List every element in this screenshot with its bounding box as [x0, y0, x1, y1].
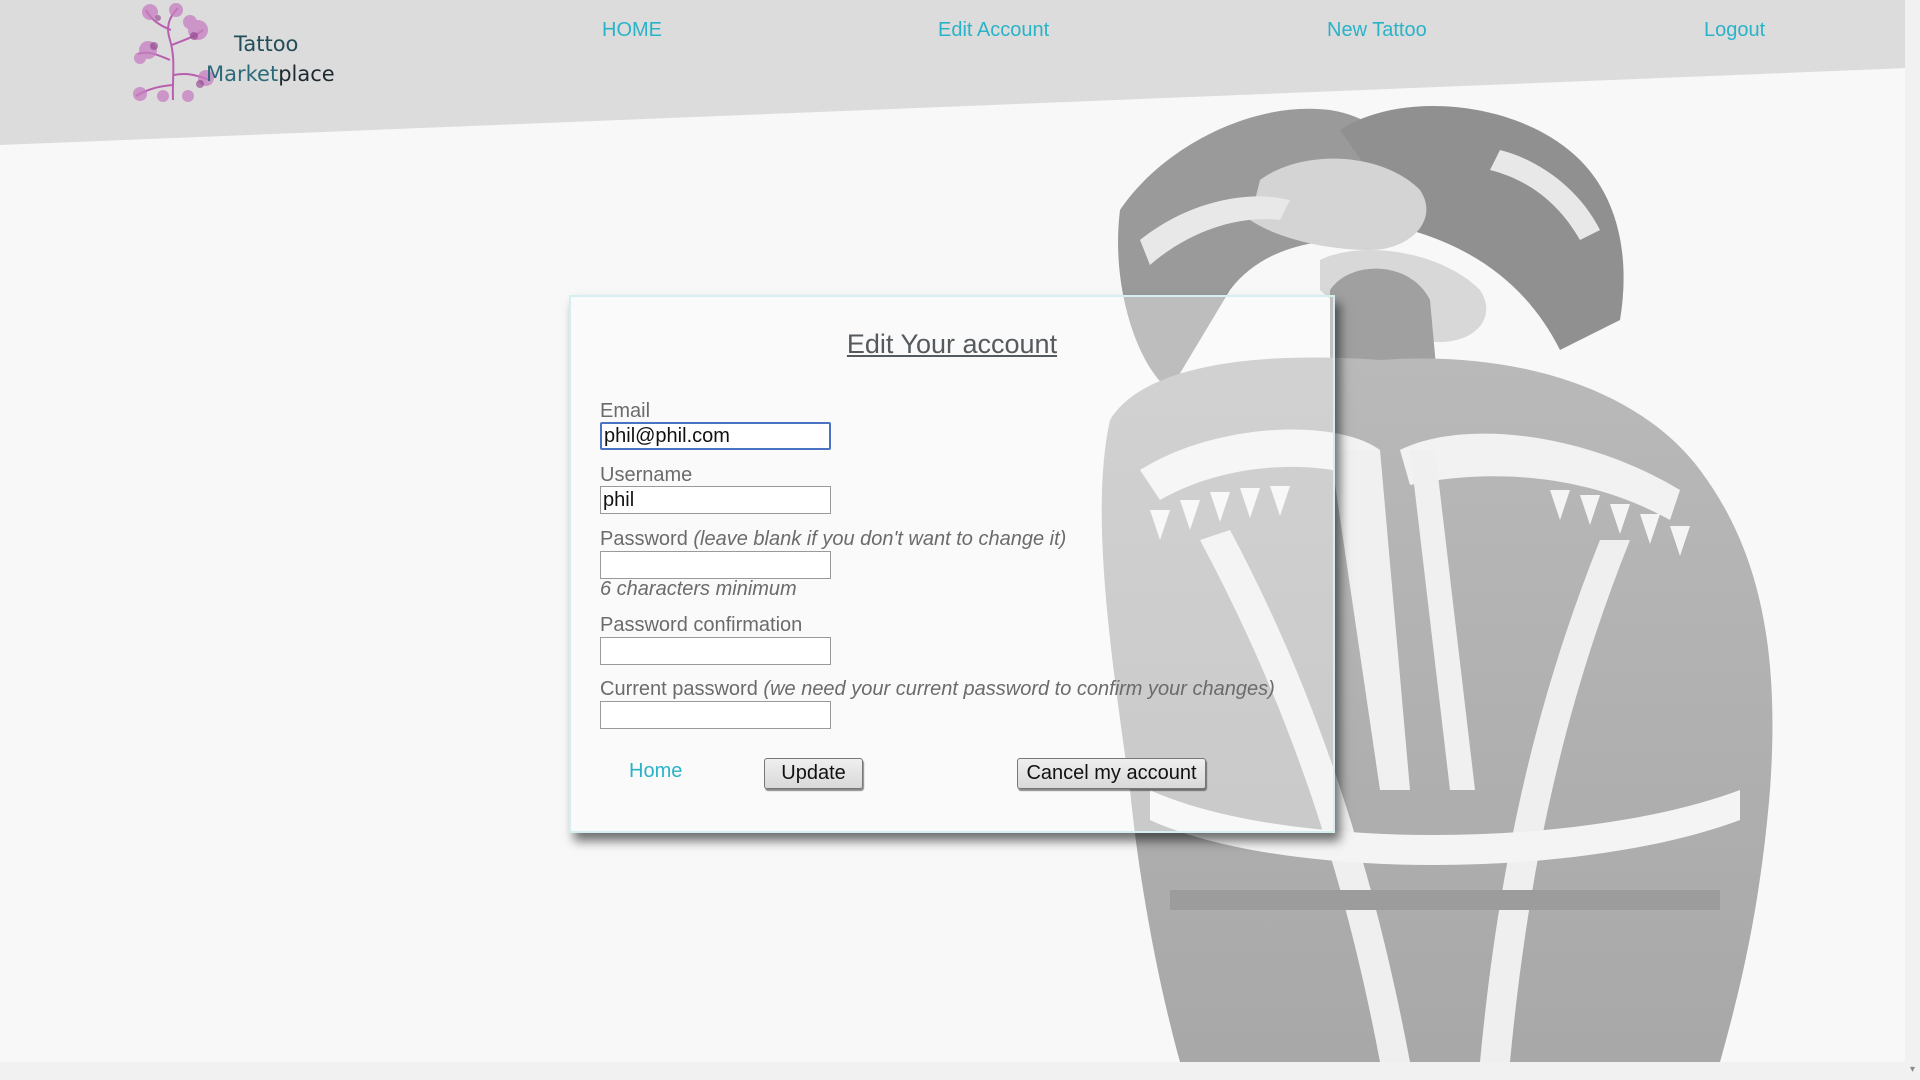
viewport: Tattoo Marketplace HOME Edit Account New… [0, 0, 1905, 1062]
logo-text-marketplace: Marketplace [206, 59, 335, 89]
username-field[interactable] [600, 486, 831, 514]
current-password-label-note: (we need your current password to confir… [763, 678, 1275, 700]
nav-home-link[interactable]: HOME [602, 19, 662, 42]
current-password-field[interactable] [600, 701, 831, 729]
update-button[interactable]: Update [764, 758, 863, 789]
password-hint: 6 characters minimum [600, 578, 797, 600]
horizontal-scrollbar-area [0, 1062, 1920, 1080]
vertical-scrollbar[interactable] [1905, 0, 1920, 1062]
site-logo[interactable]: Tattoo Marketplace [128, 0, 338, 102]
password-confirmation-field[interactable] [600, 637, 831, 665]
password-label-text: Password [600, 528, 688, 550]
nav-logout-link[interactable]: Logout [1704, 19, 1765, 42]
form-title: Edit Your account [846, 329, 1058, 359]
logo-text-place: place [278, 62, 335, 86]
logo-text-market: Market [206, 62, 279, 86]
email-field[interactable] [600, 422, 831, 450]
nav-new-tattoo-link[interactable]: New Tattoo [1327, 19, 1427, 42]
home-link[interactable]: Home [629, 760, 682, 783]
page: Tattoo Marketplace HOME Edit Account New… [0, 0, 1920, 1080]
edit-account-form: Edit Your account Email Username Passwor… [569, 295, 1335, 833]
username-label: Username [600, 464, 693, 486]
password-label: Password (leave blank if you don't want … [600, 528, 1066, 551]
current-password-label: Current password (we need your current p… [600, 678, 1275, 701]
nav-edit-account-link[interactable]: Edit Account [938, 19, 1049, 42]
password-confirmation-label: Password confirmation [600, 614, 803, 636]
current-password-label-text: Current password [600, 678, 758, 700]
password-field[interactable] [600, 551, 831, 579]
scroll-down-arrow-icon[interactable]: ▾ [1907, 1064, 1918, 1075]
password-label-note: (leave blank if you don't want to change… [693, 528, 1067, 550]
cancel-account-button[interactable]: Cancel my account [1017, 758, 1206, 789]
logo-text-tattoo: Tattoo [234, 32, 299, 56]
email-label: Email [600, 400, 651, 422]
